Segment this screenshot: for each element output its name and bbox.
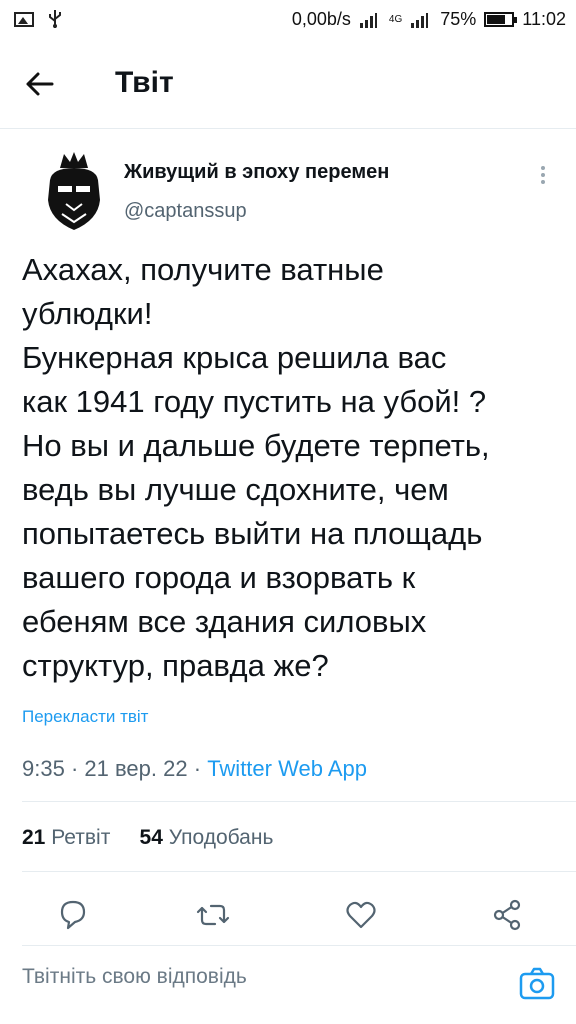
network-type: 4G <box>388 14 403 25</box>
author-handle[interactable]: @captanssup <box>124 200 247 223</box>
network-speed: 0,00b/s <box>291 9 351 29</box>
tweet-date: 21 вер. 22 <box>84 756 188 781</box>
reply-input[interactable]: Твітніть свою відповідь <box>22 965 542 1005</box>
image-icon <box>14 11 34 27</box>
translate-link[interactable]: Перекласти твіт <box>22 707 148 727</box>
tweet-text: Ахахах, получите ватные ублюдки! Бункерн… <box>22 252 490 683</box>
tweet-time: 9:35 <box>22 756 65 781</box>
author-name[interactable]: Живущий в эпоху перемен <box>124 161 389 184</box>
battery-percent: 75% <box>440 9 477 29</box>
usb-icon <box>49 10 61 28</box>
like-icon[interactable] <box>336 890 386 940</box>
tweet-stats: 21 Ретвіт 54 Уподобань <box>22 826 273 850</box>
camera-icon[interactable] <box>517 964 557 1004</box>
signal-icon <box>359 12 377 28</box>
share-icon[interactable] <box>482 890 532 940</box>
status-bar: 0,00b/s 4G 75% 11:02 <box>0 0 576 40</box>
retweets-count[interactable]: 21 <box>22 826 45 849</box>
divider <box>22 801 576 802</box>
more-icon[interactable] <box>535 163 551 189</box>
retweets-label[interactable]: Ретвіт <box>51 826 110 849</box>
retweet-icon[interactable] <box>188 890 238 940</box>
meta-separator: · <box>70 756 79 781</box>
signal-icon-2 <box>411 12 429 28</box>
divider <box>22 945 576 946</box>
avatar[interactable] <box>38 150 110 232</box>
page-title: Твіт <box>115 66 174 99</box>
app-header: Твіт <box>0 40 576 129</box>
meta-separator-2: · <box>193 756 202 781</box>
back-arrow-icon[interactable] <box>22 66 62 102</box>
tweet-actions <box>0 890 576 940</box>
likes-count[interactable]: 54 <box>140 826 163 849</box>
tweet-meta: 9:35 · 21 вер. 22 · Twitter Web App <box>22 756 367 782</box>
reply-icon[interactable] <box>48 890 98 940</box>
tweet-source[interactable]: Twitter Web App <box>207 756 367 781</box>
divider <box>22 871 576 872</box>
battery-icon <box>484 12 518 27</box>
clock: 11:02 <box>522 9 566 29</box>
likes-label[interactable]: Уподобань <box>169 826 274 849</box>
